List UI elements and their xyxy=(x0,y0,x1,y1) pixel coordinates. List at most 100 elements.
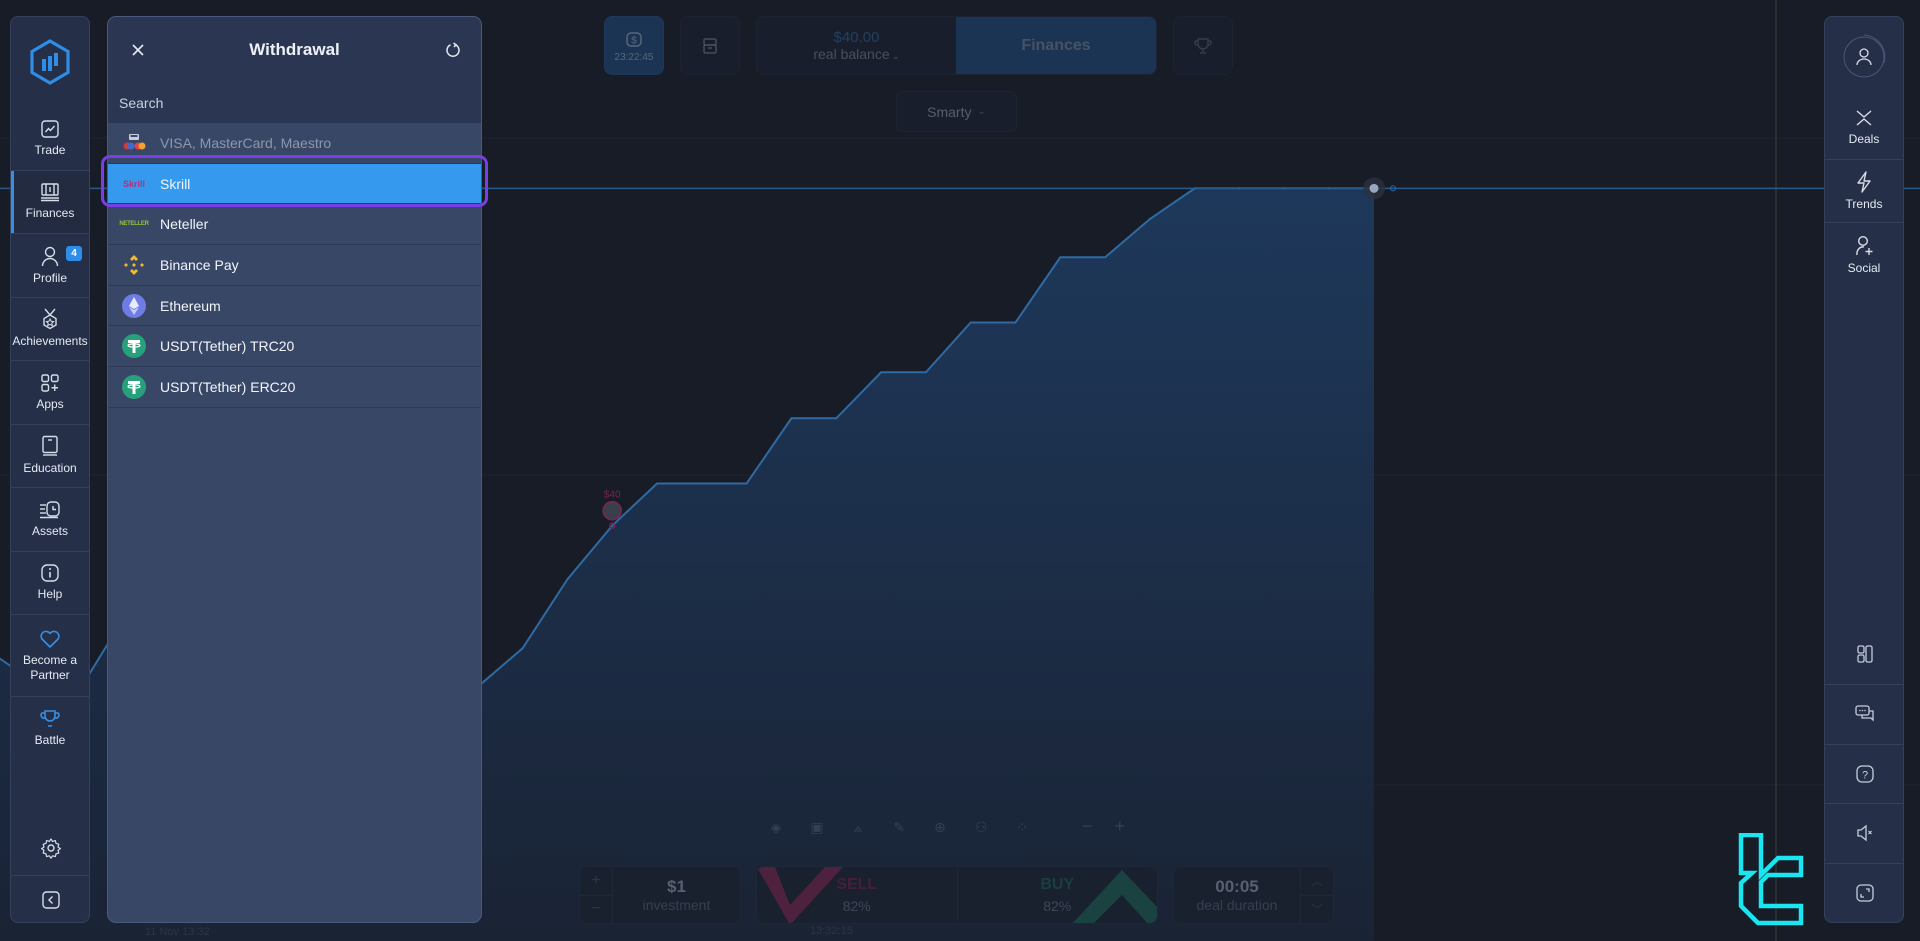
trade-buttons: SELL 82% BUY 82% xyxy=(756,866,1158,924)
trophy-icon xyxy=(40,710,60,728)
skrill-logo: Skrill xyxy=(116,170,152,198)
fullscreen-button[interactable] xyxy=(1825,862,1903,923)
payment-method-usdt-trc20[interactable]: USDT(Tether) TRC20 xyxy=(108,326,481,368)
right-toolbar: ? xyxy=(1825,625,1903,923)
chart-point xyxy=(835,417,838,420)
sidebar-item-label: Help xyxy=(37,587,63,602)
collapse-sidebar-button[interactable] xyxy=(11,875,89,922)
tournaments-button[interactable] xyxy=(1173,16,1233,75)
payment-method-visa-mastercard[interactable]: VISA, MasterCard, Maestro xyxy=(108,123,481,164)
assets-clock-icon xyxy=(40,501,60,518)
help-button[interactable]: ? xyxy=(1825,743,1903,804)
layout-button[interactable] xyxy=(1825,625,1903,685)
sidebar-item-label: Social xyxy=(1847,260,1881,275)
increase-investment-button[interactable]: + xyxy=(580,867,612,896)
current-price-point xyxy=(1363,177,1396,200)
sidebar-item-education[interactable]: Education xyxy=(11,425,89,488)
tether-icon xyxy=(116,373,152,401)
payment-method-usdt-erc20[interactable]: USDT(Tether) ERC20 xyxy=(108,367,481,408)
sidebar-item-label: Become a Partner xyxy=(22,652,78,682)
chart-point xyxy=(656,482,658,485)
deal-duration-input[interactable]: 00:05 deal duration ︿ ﹀ xyxy=(1173,866,1334,924)
sidebar-item-social[interactable]: Social xyxy=(1825,223,1903,287)
payment-method-neteller[interactable]: NETELLER Neteller xyxy=(108,204,481,246)
payment-method-ethereum[interactable]: Ethereum xyxy=(108,286,481,327)
avatar-icon xyxy=(1843,34,1886,77)
search-input[interactable] xyxy=(119,95,459,111)
zoom-in-button[interactable]: + xyxy=(1115,816,1126,837)
chart-point xyxy=(611,524,613,527)
decrease-investment-button[interactable]: − xyxy=(580,896,612,924)
indicators-icon[interactable]: ▣ xyxy=(806,816,828,838)
sidebar-item-help[interactable]: Help xyxy=(11,552,89,615)
left-sidebar: Trade Finances 4 Profile Achievements Ap… xyxy=(10,16,90,923)
cashback-timer-button[interactable]: $ 23:22:45 xyxy=(604,16,664,75)
chat-button[interactable] xyxy=(1825,684,1903,744)
sidebar-item-finances[interactable]: Finances xyxy=(11,170,89,234)
sidebar-item-assets[interactable]: Assets xyxy=(11,488,89,552)
chevron-down-icon: ⌄ xyxy=(977,106,986,117)
chart-point xyxy=(1149,218,1151,220)
sidebar-item-achievements[interactable]: Achievements xyxy=(11,298,89,361)
chevron-down-icon: ⌄ xyxy=(889,51,900,61)
buy-arrow-icon xyxy=(1072,870,1157,923)
sidebar-item-profile[interactable]: 4 Profile xyxy=(11,234,89,298)
strategy-select[interactable]: Smarty ⌄ xyxy=(896,91,1017,132)
sidebar-item-trends[interactable]: Trends xyxy=(1825,160,1903,223)
mute-icon xyxy=(1857,824,1872,842)
payment-method-binance-pay[interactable]: Binance Pay xyxy=(108,245,481,286)
layout-icon xyxy=(1857,645,1873,663)
info-icon xyxy=(41,564,59,582)
finances-icon xyxy=(41,183,59,202)
sidebar-item-label: Trade xyxy=(34,142,66,157)
balance-selector[interactable]: $40.00 real balance ⌄ xyxy=(757,17,956,74)
panel-title: Withdrawal xyxy=(249,40,340,59)
user-avatar-button[interactable] xyxy=(1825,17,1903,96)
sidebar-item-trade[interactable]: Trade xyxy=(11,107,89,171)
sidebar-item-battle[interactable]: Battle xyxy=(11,697,89,761)
ethereum-icon xyxy=(116,292,152,320)
archive-button[interactable] xyxy=(680,16,740,75)
payment-method-skrill[interactable]: Skrill Skrill xyxy=(108,163,481,205)
chart-point xyxy=(1059,256,1062,259)
user-add-icon[interactable]: ⚇ xyxy=(970,816,992,838)
crosshair-icon[interactable]: ⊕ xyxy=(929,816,951,838)
card-icon xyxy=(116,129,152,157)
chart-type-icon[interactable]: ◈ xyxy=(765,816,787,838)
buy-button[interactable]: BUY 82% xyxy=(956,867,1157,923)
dollar-refresh-icon: $ xyxy=(626,31,642,47)
balance-widget[interactable]: $40.00 real balance ⌄ Finances xyxy=(756,16,1157,75)
zoom-out-button[interactable]: − xyxy=(1082,816,1093,837)
sidebar-item-apps[interactable]: Apps xyxy=(11,361,89,425)
duration-label: deal duration xyxy=(1196,897,1278,913)
payment-method-name: VISA, MasterCard, Maestro xyxy=(160,134,332,151)
sidebar-item-become-partner[interactable]: Become a Partner xyxy=(11,615,89,697)
chart-point xyxy=(1104,256,1106,259)
chart-point xyxy=(790,417,793,420)
increase-duration-button[interactable]: ︿ xyxy=(1301,867,1333,896)
gear-icon xyxy=(41,837,61,859)
app-logo[interactable] xyxy=(11,17,89,107)
sidebar-item-label: Apps xyxy=(36,396,64,411)
timer-text: 23:22:45 xyxy=(614,51,654,63)
payment-method-name: Ethereum xyxy=(160,297,221,314)
chart-point xyxy=(1283,187,1286,190)
sell-button[interactable]: SELL 82% xyxy=(757,867,957,923)
investment-input[interactable]: + − $1 investment xyxy=(579,866,741,924)
fullscreen-icon xyxy=(1856,884,1874,902)
medal-icon xyxy=(43,308,57,330)
investment-value: $1 xyxy=(667,877,686,896)
grid-dots-icon[interactable]: ⁘ xyxy=(1011,816,1033,838)
drawing-tools-icon[interactable]: ⟑ xyxy=(847,816,869,838)
sound-button[interactable] xyxy=(1825,803,1903,863)
trade-marker-avatar[interactable] xyxy=(602,500,622,521)
decrease-duration-button[interactable]: ﹀ xyxy=(1301,896,1333,924)
pencil-icon[interactable]: ✎ xyxy=(888,816,910,838)
settings-button[interactable] xyxy=(11,820,89,875)
watermark-logo-icon xyxy=(1738,833,1804,926)
refresh-button[interactable] xyxy=(441,38,465,62)
trading-screen: $40 $ 23:22:45 $40.00 real balance ⌄ Fin… xyxy=(0,0,1920,941)
close-button[interactable] xyxy=(126,38,150,62)
sidebar-item-deals[interactable]: Deals xyxy=(1825,96,1903,160)
finances-button[interactable]: Finances xyxy=(956,17,1156,74)
